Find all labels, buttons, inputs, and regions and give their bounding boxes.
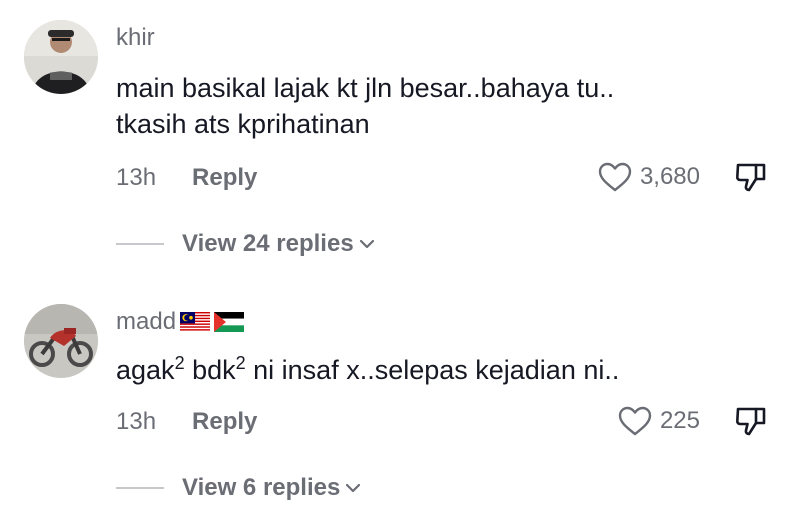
comment-text-segment: bdk xyxy=(184,355,236,385)
comment-username[interactable]: khir xyxy=(116,24,155,52)
dislike-button[interactable] xyxy=(734,404,768,443)
divider-line xyxy=(116,487,164,489)
superscript-text: 2 xyxy=(174,353,185,373)
view-replies-label: View 6 replies xyxy=(182,474,341,501)
heart-icon xyxy=(598,162,632,192)
comment-text: main basikal lajak kt jln besar..bahaya … xyxy=(116,70,676,142)
reply-button[interactable]: Reply xyxy=(192,408,257,436)
motorcycle-avatar-icon xyxy=(24,304,98,378)
comment-username[interactable]: madd xyxy=(116,308,245,336)
username-text: khir xyxy=(116,24,155,51)
heart-icon xyxy=(618,406,652,436)
comment-meta: 13h Reply xyxy=(116,164,257,192)
view-replies-label: View 24 replies xyxy=(182,230,354,257)
superscript-text: 2 xyxy=(235,353,246,373)
reply-button[interactable]: Reply xyxy=(192,164,257,192)
timestamp: 13h xyxy=(116,164,157,191)
avatar[interactable] xyxy=(24,20,98,94)
thumbs-down-icon xyxy=(735,407,766,436)
thumbs-down-icon xyxy=(735,163,766,192)
like-button[interactable]: 3,680 xyxy=(598,162,700,192)
malaysia-flag-icon xyxy=(180,312,211,332)
avatar[interactable] xyxy=(24,304,98,378)
like-count: 225 xyxy=(659,407,700,434)
chevron-down-icon xyxy=(346,483,361,493)
person-avatar-icon xyxy=(24,20,98,94)
comment-text-segment: ni insaf x..selepas kejadian ni.. xyxy=(245,355,620,385)
palestine-flag-icon xyxy=(214,312,245,332)
view-replies-button[interactable]: View 24 replies xyxy=(116,230,376,258)
comment-meta: 13h Reply xyxy=(116,408,257,436)
comment-text-line: main basikal lajak kt jln besar..bahaya … xyxy=(116,73,615,103)
comment-text-segment: agak xyxy=(116,355,175,385)
chevron-down-icon xyxy=(359,239,374,249)
view-replies-button[interactable]: View 6 replies xyxy=(116,474,362,502)
comment-text-line: tkasih ats kprihatinan xyxy=(116,109,370,139)
divider-line xyxy=(116,243,164,245)
username-text: madd xyxy=(116,308,177,335)
comment-text: agak2 bdk2 ni insaf x..selepas kejadian … xyxy=(116,352,676,388)
like-count: 3,680 xyxy=(639,163,700,190)
like-button[interactable]: 225 xyxy=(618,406,700,436)
timestamp: 13h xyxy=(116,408,157,435)
dislike-button[interactable] xyxy=(734,160,768,199)
